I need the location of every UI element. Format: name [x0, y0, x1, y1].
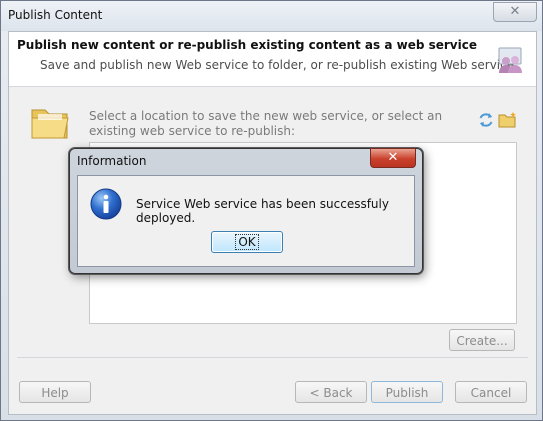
title-bar: Publish Content ✕	[1, 1, 542, 31]
cancel-button[interactable]: Cancel	[455, 381, 527, 403]
ok-button-label: OK	[235, 234, 259, 250]
footer-separator	[17, 357, 528, 358]
back-button[interactable]: < Back	[295, 381, 367, 403]
refresh-icon[interactable]	[477, 111, 495, 129]
create-button[interactable]: Create...	[449, 329, 515, 351]
information-dialog: Information ✕ Service Web service has be…	[69, 148, 423, 274]
wizard-header-title: Publish new content or re-publish existi…	[17, 38, 477, 52]
dialog-message: Service Web service has been successfuly…	[136, 197, 389, 225]
publish-content-window: Publish Content ✕ Publish new content or…	[0, 0, 543, 421]
wizard-header: Publish new content or re-publish existi…	[9, 32, 536, 87]
help-button[interactable]: Help	[19, 381, 91, 403]
window-close-button[interactable]: ✕	[493, 2, 537, 22]
users-icon	[498, 47, 522, 73]
dialog-body: Service Web service has been successfuly…	[77, 175, 415, 267]
info-icon	[90, 188, 122, 220]
new-folder-icon[interactable]	[498, 111, 518, 129]
location-instruction: Select a location to save the new web se…	[89, 109, 443, 138]
window-title: Publish Content	[8, 8, 103, 22]
ok-button[interactable]: OK	[211, 231, 283, 253]
dialog-title: Information	[77, 154, 147, 168]
wizard-header-subtitle: Save and publish new Web service to fold…	[40, 58, 515, 72]
folder-icon	[31, 109, 69, 139]
publish-button[interactable]: Publish	[371, 381, 443, 403]
dialog-close-button[interactable]: ✕	[370, 148, 416, 168]
